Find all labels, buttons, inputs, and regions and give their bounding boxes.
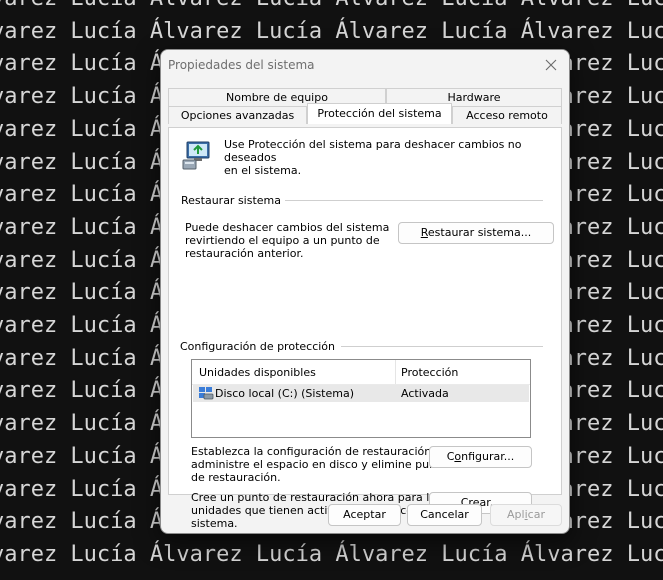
button-label: Apl [507,508,525,521]
protection-divider [341,346,543,347]
configure-desc-line: de restauración. [191,471,281,484]
drive-icon [199,387,214,400]
mnemonic: R [420,226,428,239]
tab-label: Hardware [447,91,501,104]
tab-label: Protección del sistema [317,107,442,120]
window-title: Propiedades del sistema [168,58,315,72]
button-label: Aceptar [343,508,386,521]
restore-divider [269,200,543,201]
close-icon [545,59,557,71]
intro-line: Use Protección del sistema para deshacer… [224,138,522,164]
configure-desc-line: Establezca la configuración de restaurac… [191,445,435,458]
tab-proteccion-del-sistema[interactable]: Protección del sistema [307,103,452,124]
button-label: car [527,508,545,521]
restore-system-button[interactable]: Restaurar sistema... [398,222,554,244]
restore-section-label: Restaurar sistema [181,194,286,207]
drives-list[interactable]: Unidades disponibles Protección Disco lo… [191,359,531,438]
configure-button[interactable]: Configurar... [429,446,532,468]
column-drives[interactable]: Unidades disponibles [199,366,316,379]
tab-panel-proteccion: Use Protección del sistema para deshacer… [168,127,562,530]
system-properties-dialog: Propiedades del sistema Nombre de equipo… [160,49,570,534]
button-label: Cancelar [420,508,469,521]
restore-desc-line: revirtiendo el equipo a un punto de [185,234,380,247]
drive-name: Disco local (C:) (Sistema) [215,387,355,400]
apply-button[interactable]: Aplicar [490,504,562,526]
column-protection[interactable]: Protección [401,366,458,379]
restore-description: Puede deshacer cambios del sistema revir… [185,221,389,260]
button-label: nfigurar... [461,450,515,463]
column-separator[interactable] [395,360,396,384]
cancel-button[interactable]: Cancelar [407,504,482,526]
create-desc-line: Cree un punto de restauración ahora para… [191,491,442,504]
wallpaper-text-row: Lucía Álvarez Lucía Álvarez Lucía Álvare… [0,541,663,567]
intro-line: en el sistema. [224,164,302,177]
tab-label: Acceso remoto [466,109,548,122]
intro-text: Use Protección del sistema para deshacer… [224,138,561,177]
configure-description: Establezca la configuración de restaurac… [191,445,453,484]
drives-list-header: Unidades disponibles Protección [192,360,530,385]
restore-desc-line: restauración anterior. [185,247,304,260]
button-label: estaurar sistema... [427,226,532,239]
ok-button[interactable]: Aceptar [328,504,401,526]
close-button[interactable] [539,54,563,76]
tab-acceso-remoto[interactable]: Acceso remoto [452,106,562,124]
wallpaper-text-row: Lucía Álvarez Lucía Álvarez Lucía Álvare… [0,18,663,44]
tab-strip: Nombre de equipo Hardware Opciones avanz… [168,88,563,128]
wallpaper-text-row: Lucía Álvarez Lucía Álvarez Lucía Álvare… [0,0,663,10]
drive-row[interactable]: Disco local (C:) (Sistema) Activada [193,385,529,402]
tab-label: Opciones avanzadas [180,109,295,122]
tab-opciones-avanzadas[interactable]: Opciones avanzadas [168,106,307,124]
configure-desc-line: administre el espacio en disco y elimine… [191,458,453,471]
protection-section-label: Configuración de protección [180,340,340,353]
system-protection-icon [182,141,210,170]
drive-protection-status: Activada [401,387,449,400]
title-bar[interactable]: Propiedades del sistema [161,50,569,80]
restore-desc-line: Puede deshacer cambios del sistema [185,221,390,234]
